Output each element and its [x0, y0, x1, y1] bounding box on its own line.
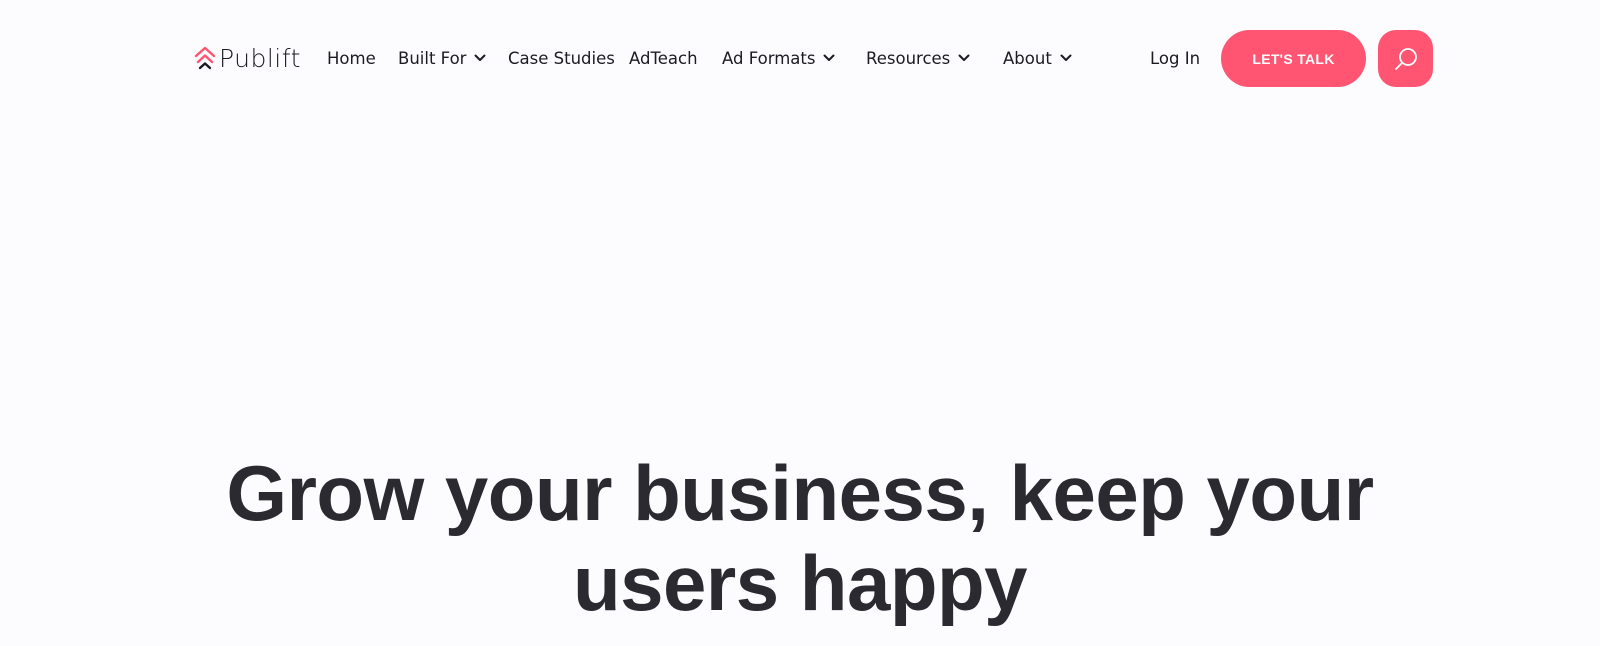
hero-title-line-1: Grow your business, keep your [226, 449, 1374, 537]
nav-resources[interactable]: Resources [866, 46, 970, 70]
nav-label: Resources [866, 48, 951, 68]
hero-title-line-2: users happy [572, 539, 1028, 627]
nav-label: Ad Formats [722, 48, 816, 68]
site-header: Publift Home Built For Case Studies AdTe… [0, 0, 1600, 116]
nav-label: About [1003, 48, 1052, 68]
nav-label: AdTeach [629, 48, 698, 68]
nav-ad-formats[interactable]: Ad Formats [722, 46, 835, 70]
logo-link[interactable]: Publift [194, 40, 301, 76]
lets-talk-button[interactable]: LET'S TALK [1221, 30, 1366, 87]
login-link[interactable]: Log In [1150, 46, 1200, 70]
chevron-down-icon [1060, 54, 1072, 61]
logo-icon [194, 46, 216, 70]
search-button[interactable] [1378, 30, 1433, 87]
nav-built-for[interactable]: Built For [398, 46, 486, 70]
nav-about[interactable]: About [1003, 46, 1072, 70]
chevron-down-icon [958, 54, 970, 61]
chevron-down-icon [474, 54, 486, 61]
nav-label: Home [327, 48, 376, 68]
logo-text: Publift [219, 43, 301, 73]
nav-label: Case Studies [508, 48, 615, 68]
chevron-down-icon [823, 54, 835, 61]
nav-adteach[interactable]: AdTeach [629, 46, 698, 70]
search-icon [1394, 47, 1417, 70]
nav-case-studies[interactable]: Case Studies [508, 46, 615, 70]
nav-home[interactable]: Home [327, 46, 376, 70]
nav-label: Built For [398, 48, 467, 68]
hero-title: Grow your business, keep your users happ… [0, 448, 1600, 628]
